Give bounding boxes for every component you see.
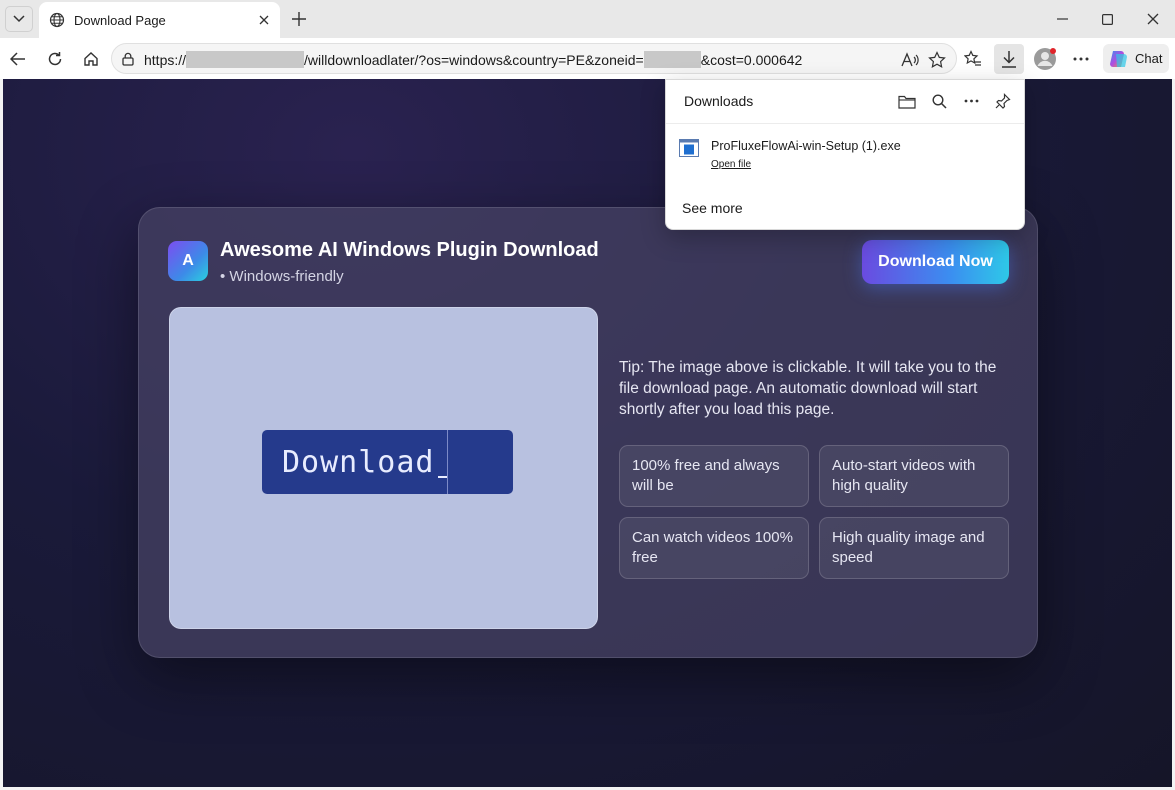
back-arrow-icon: [10, 52, 25, 66]
favorite-button[interactable]: [927, 50, 947, 70]
chat-label: Chat: [1135, 51, 1163, 66]
read-aloud-icon: [901, 52, 919, 67]
pin-downloads-button[interactable]: [992, 90, 1014, 112]
page-subtitle: • Windows-friendly: [220, 268, 344, 285]
title-bar: Download Page: [0, 0, 1175, 38]
clickable-download-image[interactable]: Download: [169, 307, 598, 629]
feature-quality: High quality image and speed: [819, 517, 1009, 579]
url-query-tail: &cost=0.000642: [700, 51, 803, 68]
address-bar[interactable]: https:// /willdownloadlater/?os=windows&…: [111, 43, 957, 74]
copilot-icon: [1110, 50, 1127, 67]
redacted-domain: [186, 51, 305, 68]
tab-download-page[interactable]: Download Page: [39, 2, 280, 38]
exe-file-icon: [679, 139, 699, 157]
downloads-button[interactable]: [994, 44, 1024, 74]
pin-icon: [995, 93, 1011, 109]
close-icon: [259, 15, 269, 25]
maximize-icon: [1101, 13, 1113, 25]
download-card: A Awesome AI Windows Plugin Download • W…: [138, 207, 1038, 658]
home-icon: [84, 52, 98, 66]
download-file-name[interactable]: ProFluxeFlowAi-win-Setup (1).exe: [711, 139, 901, 153]
back-button[interactable]: [5, 46, 31, 72]
refresh-button[interactable]: [42, 46, 68, 72]
minimize-icon: [1056, 18, 1068, 20]
download-now-button[interactable]: Download Now: [862, 240, 1009, 284]
search-icon: [931, 93, 947, 109]
copilot-chat-button[interactable]: Chat: [1103, 44, 1169, 73]
open-file-link[interactable]: Open file: [711, 159, 751, 170]
more-icon: [1073, 57, 1089, 61]
maximize-button[interactable]: [1095, 7, 1119, 31]
download-icon: [1002, 51, 1016, 68]
tab-close-button[interactable]: [256, 12, 272, 28]
search-downloads-button[interactable]: [928, 90, 950, 112]
redacted-zoneid: [643, 51, 701, 68]
url-text: https:// /willdownloadlater/?os=windows&…: [144, 51, 802, 68]
image-download-button: Download: [262, 430, 513, 494]
feature-autostart: Auto-start videos with high quality: [819, 445, 1009, 507]
profile-button[interactable]: [1032, 46, 1058, 72]
feature-free: 100% free and always will be: [619, 445, 809, 507]
favorites-icon: [964, 50, 981, 66]
home-button[interactable]: [78, 46, 104, 72]
app-logo: A: [168, 241, 208, 281]
page-title: Awesome AI Windows Plugin Download: [220, 239, 599, 261]
downloads-flyout: Downloads ProFluxeFlowAi-win-Setup (1).e…: [665, 79, 1025, 230]
url-path: /willdownloadlater/?os=windows&country=P…: [304, 51, 644, 68]
downloads-divider: [666, 123, 1024, 124]
tip-text: Tip: The image above is clickable. It wi…: [619, 359, 997, 418]
url-prefix: https://: [144, 51, 187, 68]
folder-icon: [898, 95, 916, 109]
lock-icon[interactable]: [121, 51, 135, 67]
close-window-button[interactable]: [1141, 7, 1165, 31]
more-icon: [964, 99, 978, 103]
image-download-label: Download: [282, 444, 435, 480]
more-button[interactable]: [1068, 46, 1094, 72]
close-icon: [1147, 13, 1159, 25]
new-tab-button[interactable]: [288, 8, 310, 30]
text-cursor-underscore: [438, 476, 447, 478]
star-icon: [928, 51, 946, 68]
downloads-header: Downloads: [684, 93, 754, 109]
favorites-button[interactable]: [960, 46, 986, 72]
read-aloud-button[interactable]: [900, 50, 920, 70]
minimize-button[interactable]: [1050, 7, 1074, 31]
plus-icon: [292, 12, 306, 26]
profile-icon: [1034, 48, 1056, 70]
globe-icon: [49, 12, 65, 28]
open-folder-button[interactable]: [896, 90, 918, 112]
feature-watch-free: Can watch videos 100% free: [619, 517, 809, 579]
image-button-divider: [447, 430, 448, 494]
browser-toolbar: https:// /willdownloadlater/?os=windows&…: [0, 38, 1175, 79]
refresh-icon: [48, 52, 62, 66]
downloads-more-button[interactable]: [960, 90, 982, 112]
tab-list-button[interactable]: [5, 6, 33, 32]
chevron-down-icon: [13, 15, 25, 23]
tab-title: Download Page: [74, 12, 166, 28]
see-more-link[interactable]: See more: [682, 200, 743, 216]
